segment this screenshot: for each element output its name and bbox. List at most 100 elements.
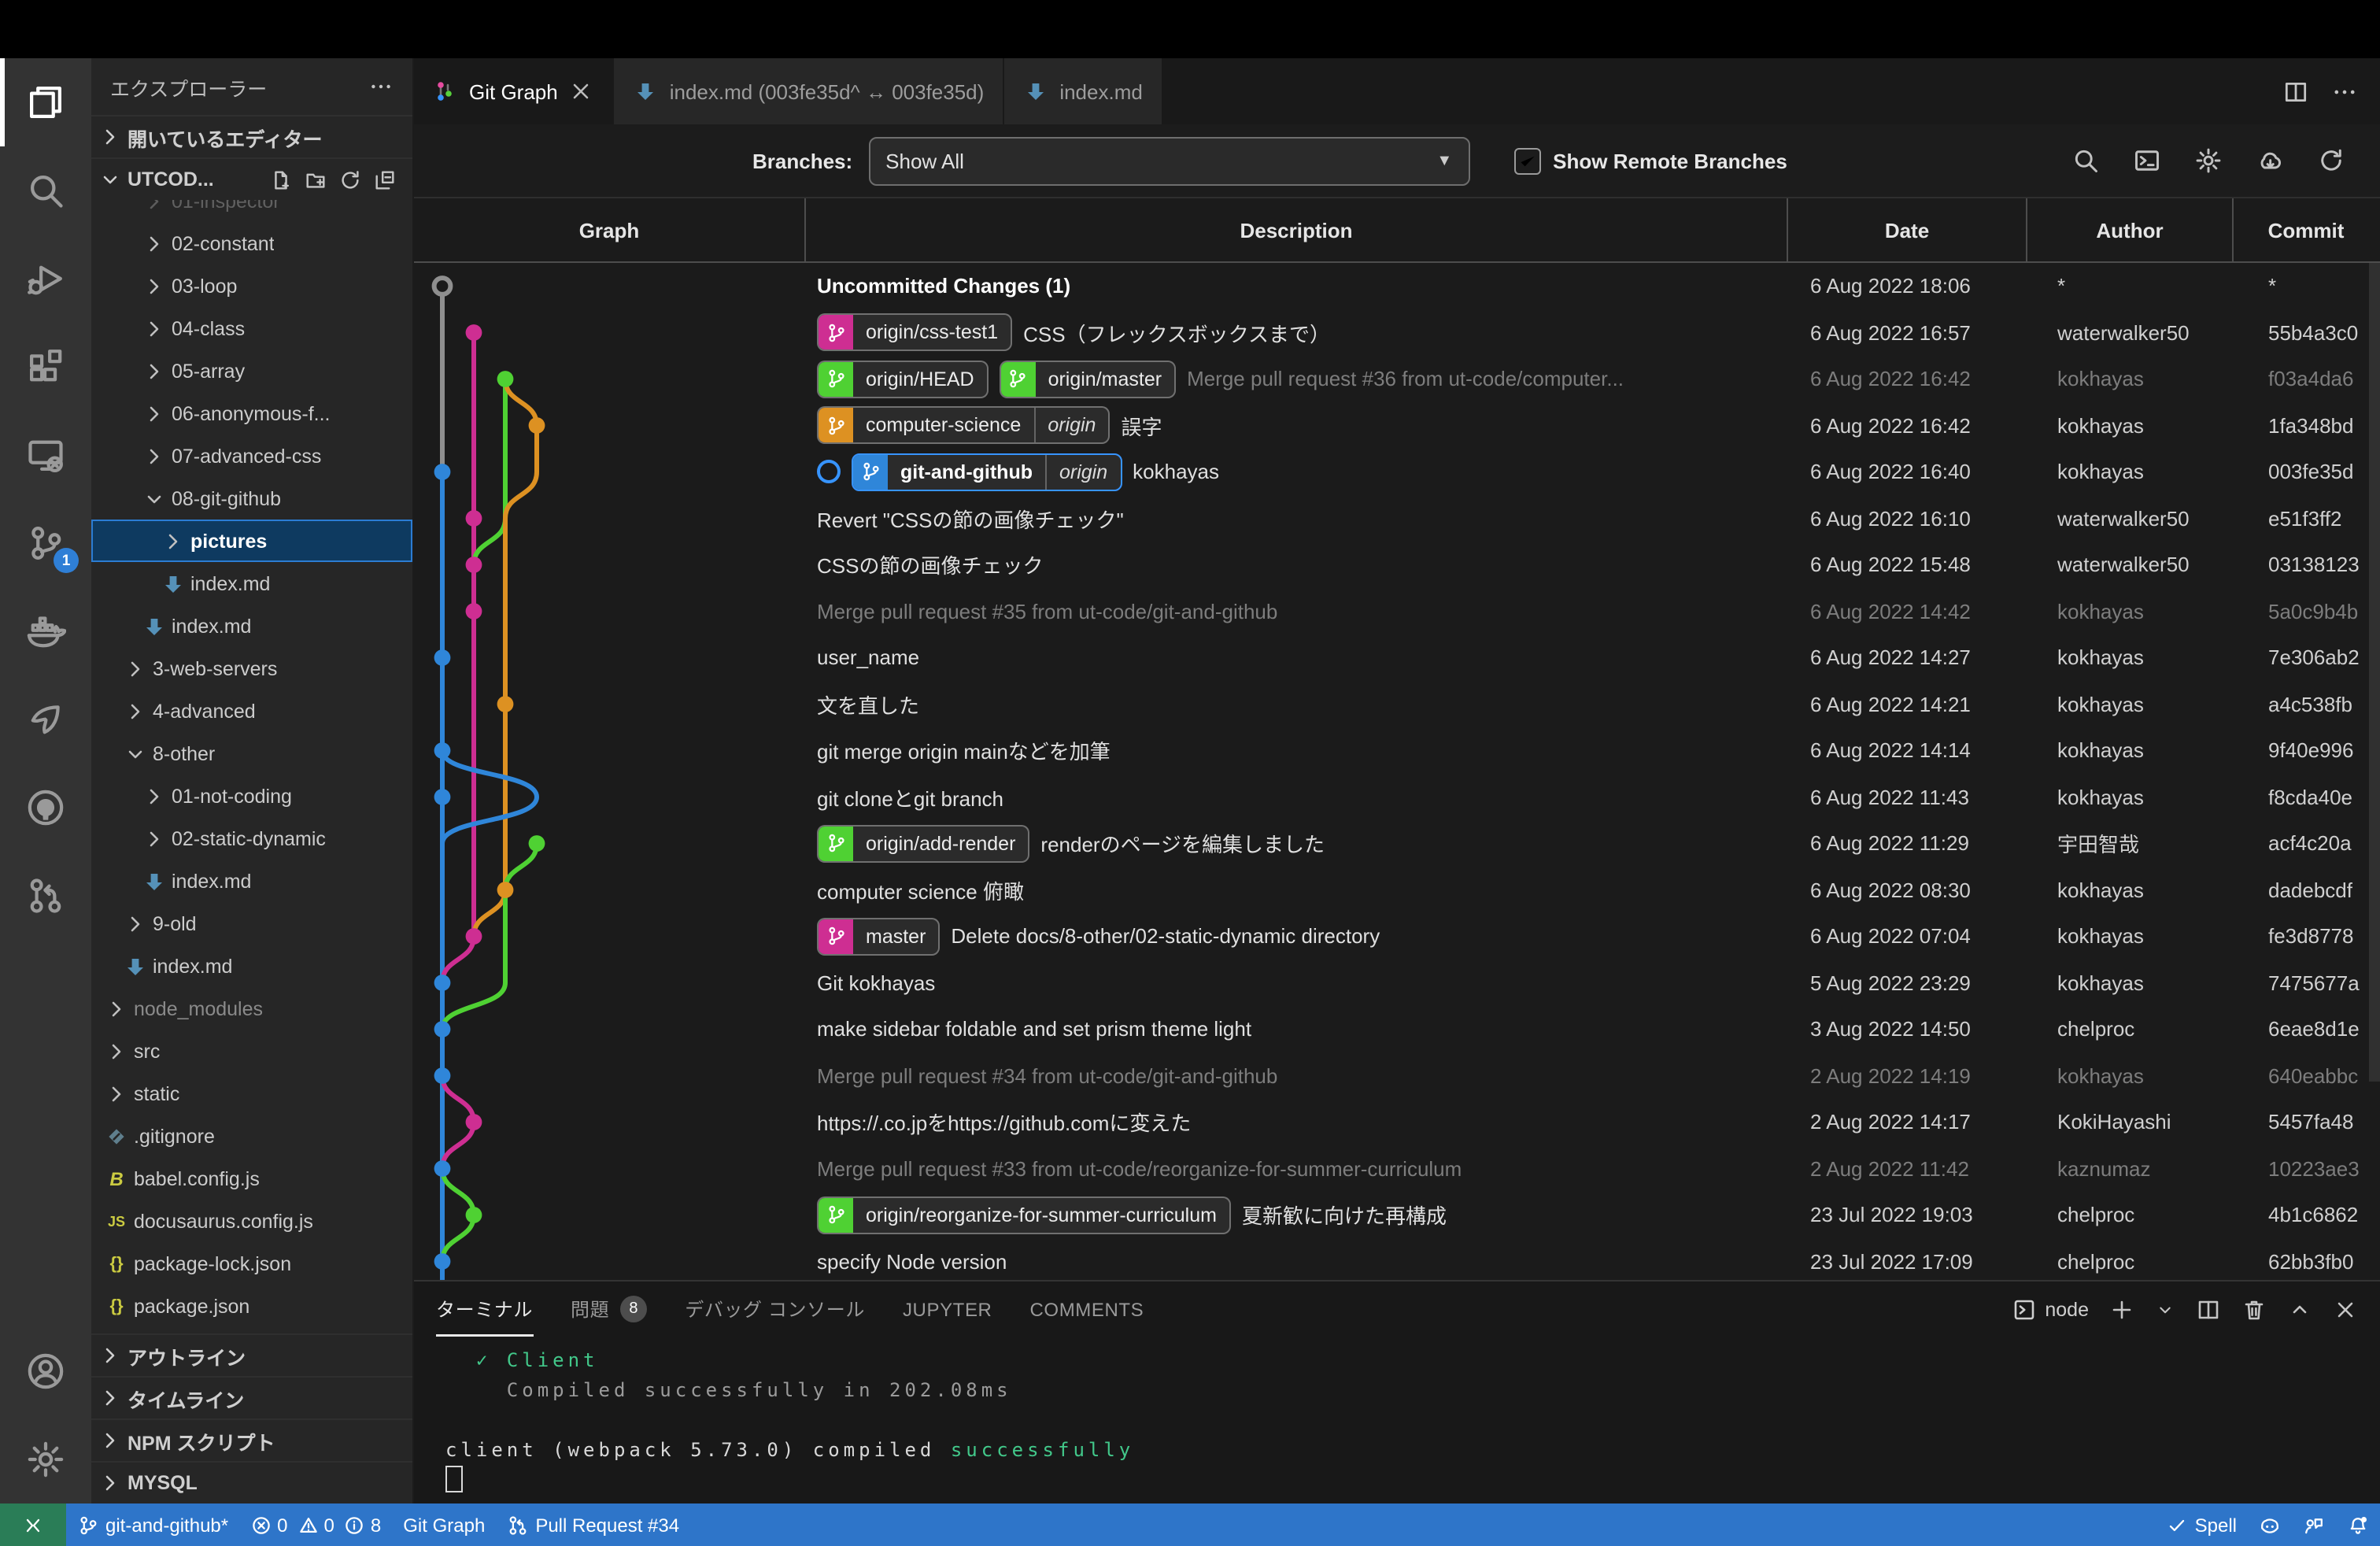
activity-explorer[interactable]	[0, 58, 91, 146]
branch-label-master[interactable]: master	[817, 918, 940, 956]
feedback-status-item[interactable]	[2292, 1503, 2336, 1546]
tree-folder-08-git-github[interactable]: 08-git-github	[91, 477, 412, 520]
sidebar-section-アウトライン[interactable]: アウトライン	[91, 1333, 412, 1376]
tree-folder-node_modules[interactable]: node_modules	[91, 987, 412, 1030]
tree-folder-07-advanced-css[interactable]: 07-advanced-css	[91, 435, 412, 477]
tree-file-index.md[interactable]: index.md	[91, 860, 412, 902]
spell-status-item[interactable]: Spell	[2156, 1503, 2248, 1546]
new-terminal-icon[interactable]	[2109, 1296, 2134, 1322]
column-header-author[interactable]: Author	[2027, 198, 2234, 261]
tree-folder-06-anonymous-f...[interactable]: 06-anonymous-f...	[91, 392, 412, 435]
activity-search[interactable]	[0, 146, 91, 235]
sidebar-section-MYSQL[interactable]: MYSQL	[91, 1461, 412, 1503]
tree-folder-src[interactable]: src	[91, 1030, 412, 1072]
activity-misc-extension[interactable]	[0, 675, 91, 764]
sidebar-section-NPM スクリプト[interactable]: NPM スクリプト	[91, 1418, 412, 1461]
sidebar-section-タイムライン[interactable]: タイムライン	[91, 1376, 412, 1418]
branch-status-item[interactable]: git-and-github*	[66, 1503, 239, 1546]
close-panel-icon[interactable]	[2333, 1296, 2358, 1322]
tree-file-README.md[interactable]: README.md	[91, 1327, 412, 1333]
column-header-date[interactable]: Date	[1788, 198, 2027, 261]
tree-file-docusaurus.config.js[interactable]: JSdocusaurus.config.js	[91, 1200, 412, 1242]
split-editor-icon[interactable]	[2282, 78, 2309, 105]
git-graph-status-item[interactable]: Git Graph	[392, 1503, 496, 1546]
tree-folder-03-loop[interactable]: 03-loop	[91, 264, 412, 307]
tree-file-index.md[interactable]: index.md	[91, 562, 412, 605]
notifications-status-item[interactable]	[2336, 1503, 2380, 1546]
branch-label-origin/css-test1[interactable]: origin/css-test1	[817, 314, 1012, 352]
panel-tab-ターミナル[interactable]: ターミナル	[436, 1282, 533, 1337]
tree-file-babel.config.js[interactable]: Bbabel.config.js	[91, 1157, 412, 1200]
panel-tab-COMMENTS[interactable]: COMMENTS	[1030, 1282, 1144, 1337]
kill-terminal-icon[interactable]	[2241, 1296, 2267, 1322]
tree-file-index.md[interactable]: index.md	[91, 605, 412, 647]
activity-extensions[interactable]	[0, 323, 91, 411]
tree-folder-3-web-servers[interactable]: 3-web-servers	[91, 647, 412, 690]
panel-tab-問題[interactable]: 問題8	[571, 1282, 647, 1337]
refresh-icon[interactable]	[2317, 146, 2345, 175]
activity-accounts[interactable]	[0, 1327, 91, 1415]
tree-folder-05-array[interactable]: 05-array	[91, 350, 412, 392]
tree-folder-01-inspector[interactable]: 01-inspector	[91, 200, 412, 222]
split-terminal-icon[interactable]	[2196, 1296, 2221, 1322]
branch-label-origin/HEAD[interactable]: origin/HEAD	[817, 361, 989, 398]
terminal-icon[interactable]	[2133, 146, 2161, 175]
tree-folder-02-constant[interactable]: 02-constant	[91, 222, 412, 264]
tree-file-index.md[interactable]: index.md	[91, 945, 412, 987]
tree-folder-8-other[interactable]: 8-other	[91, 732, 412, 775]
scrollbar[interactable]	[2369, 263, 2380, 1082]
activity-github[interactable]	[0, 764, 91, 852]
tab-Git Graph[interactable]: Git Graph	[414, 58, 615, 124]
terminal-dropdown-icon[interactable]	[2155, 1296, 2175, 1322]
tree-file-package.json[interactable]: {}package.json	[91, 1285, 412, 1327]
panel-tab-デバッグ コンソール[interactable]: デバッグ コンソール	[685, 1282, 865, 1337]
remote-indicator[interactable]	[0, 1503, 66, 1546]
branch-label-origin/reorganize-for-summer-curriculum[interactable]: origin/reorganize-for-summer-curriculum	[817, 1196, 1231, 1234]
newfolder-icon[interactable]	[304, 168, 327, 191]
branch-label-origin/master[interactable]: origin/master	[1000, 361, 1177, 398]
column-header-graph[interactable]: Graph	[414, 198, 806, 261]
maximize-panel-icon[interactable]	[2287, 1296, 2312, 1322]
tree-file-package-lock.json[interactable]: {}package-lock.json	[91, 1242, 412, 1285]
activity-run-debug[interactable]	[0, 235, 91, 323]
workspace-section[interactable]: UTCOD...	[91, 157, 412, 200]
problems-status-item[interactable]: 008	[239, 1503, 392, 1546]
tree-folder-9-old[interactable]: 9-old	[91, 902, 412, 945]
collapse-icon[interactable]	[373, 168, 397, 191]
activity-source-control[interactable]: 1	[0, 499, 91, 587]
tree-folder-static[interactable]: static	[91, 1072, 412, 1115]
activity-settings[interactable]	[0, 1415, 91, 1503]
close-icon[interactable]	[569, 79, 594, 104]
tab-index.md[interactable]: index.md	[1004, 58, 1163, 124]
column-header-description[interactable]: Description	[806, 198, 1788, 261]
refresh-icon[interactable]	[338, 168, 362, 191]
tree-folder-04-class[interactable]: 04-class	[91, 307, 412, 350]
column-header-commit[interactable]: Commit	[2234, 198, 2378, 261]
more-actions-icon[interactable]	[368, 74, 394, 99]
activity-docker[interactable]	[0, 587, 91, 675]
activity-github-pull-requests[interactable]	[0, 852, 91, 940]
tree-folder-02-static-dynamic[interactable]: 02-static-dynamic	[91, 817, 412, 860]
activity-remote-explorer[interactable]	[0, 411, 91, 499]
panel-tab-JUPYTER[interactable]: JUPYTER	[903, 1282, 992, 1337]
settings-icon[interactable]	[2194, 146, 2223, 175]
open-editors-section[interactable]: 開いているエディター	[91, 115, 412, 157]
copilot-status-item[interactable]	[2248, 1503, 2292, 1546]
search-icon[interactable]	[2071, 146, 2100, 175]
ellipsis-icon[interactable]	[2331, 78, 2358, 105]
newfile-icon[interactable]	[269, 168, 293, 191]
terminal-output[interactable]: ✓ Client Compiled successfully in 202.08…	[414, 1337, 2380, 1503]
show-remote-branches-checkbox[interactable]	[1513, 147, 1540, 174]
branch-label-git-and-github[interactable]: git-and-githuborigin	[852, 453, 1122, 491]
tree-file-.gitignore[interactable]: .gitignore	[91, 1115, 412, 1157]
branches-dropdown[interactable]: Show All ▼	[868, 136, 1469, 185]
terminal-selector[interactable]: node	[2012, 1296, 2089, 1322]
pull-request-status-item[interactable]: Pull Request #34	[496, 1503, 690, 1546]
branch-label-origin/add-render[interactable]: origin/add-render	[817, 825, 1029, 863]
tree-folder-4-advanced[interactable]: 4-advanced	[91, 690, 412, 732]
tab-index.md (003fe35d^ ↔ 003fe35d)[interactable]: index.md (003fe35d^ ↔ 003fe35d)	[615, 58, 1005, 124]
tree-folder-pictures[interactable]: pictures	[91, 520, 412, 562]
tree-folder-01-not-coding[interactable]: 01-not-coding	[91, 775, 412, 817]
cloud-download-icon[interactable]	[2256, 146, 2284, 175]
branch-label-computer-science[interactable]: computer-scienceorigin	[817, 407, 1110, 445]
